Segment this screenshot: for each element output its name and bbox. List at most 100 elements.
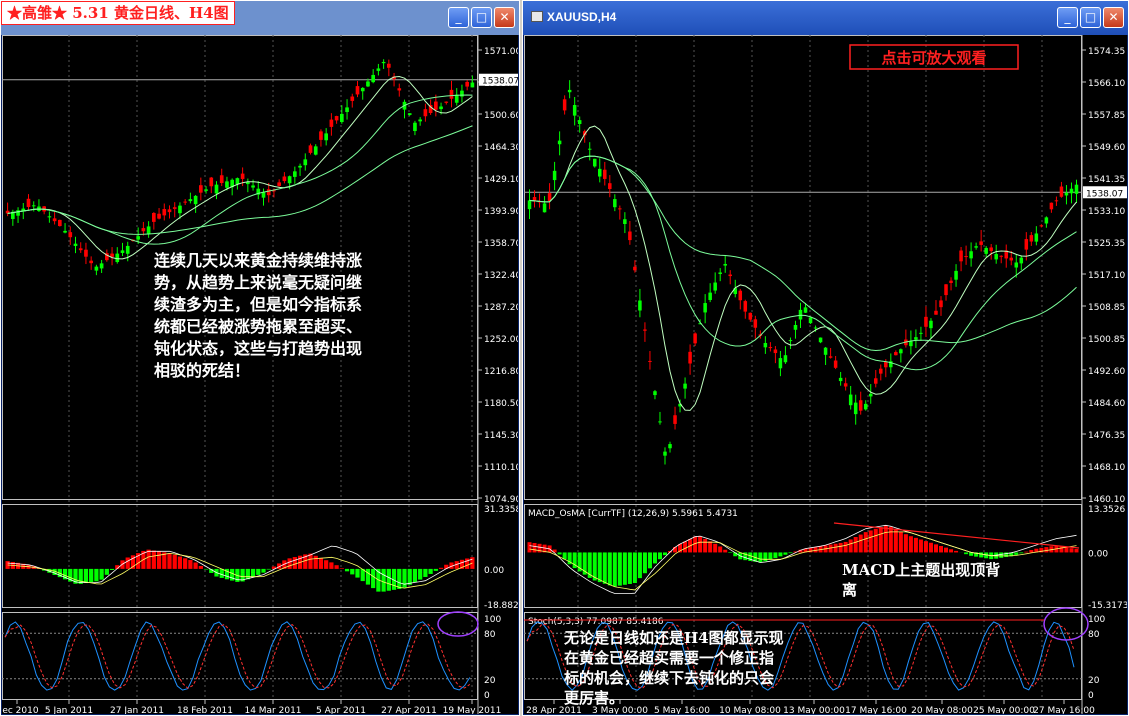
left-candle — [251, 185, 255, 188]
left-ytick-label: 1145.30 — [484, 431, 518, 441]
right-macd-bar — [979, 552, 984, 558]
left-macd-bar — [219, 568, 224, 578]
left-candle — [277, 182, 281, 186]
left-moving-average — [7, 94, 473, 245]
right-chart-svg[interactable]: 1574.35 1566.10 1557.85 1549.60 1541.35 1533.… — [524, 35, 1127, 714]
left-macd-bar — [386, 568, 391, 591]
left-candle — [214, 184, 219, 194]
left-panel-frame-1 — [2, 504, 478, 608]
right-candle — [833, 360, 838, 368]
right-stoch-tick: 100 — [1088, 615, 1105, 625]
left-chart-svg[interactable]: 1571.001535.701500.601464.301429.101393.… — [2, 35, 518, 714]
left-candle — [439, 106, 443, 110]
right-macd-bar — [833, 543, 838, 553]
right-macd-bar — [873, 528, 878, 553]
right-candle — [753, 319, 758, 328]
zoom-badge[interactable]: 点击可放大观看 — [849, 44, 1019, 70]
left-candle — [58, 219, 62, 227]
left-title-bar[interactable]: ★高雏★ 5.31 黄金日线、H4图 _ □ ✕ — [1, 1, 519, 35]
minimize-button[interactable]: _ — [448, 7, 469, 28]
left-candle — [423, 109, 428, 117]
right-macd-bar — [662, 552, 668, 556]
right-title-bar[interactable]: XAUUSD,H4 _ □ ✕ — [523, 1, 1128, 35]
left-ytick-label: 1180.50 — [484, 399, 518, 409]
left-macd-bar — [371, 568, 376, 589]
right-candle — [577, 120, 582, 125]
right-chart-canvas[interactable]: 1574.35 1566.10 1557.85 1549.60 1541.35 1533.… — [524, 35, 1127, 714]
right-stoch-annotation-line: 在黄金已经超买需要一个修正指 — [564, 649, 774, 667]
right-xtick-label: 3 May 00:00 — [592, 706, 648, 714]
close-button[interactable]: ✕ — [1103, 7, 1124, 28]
right-ytick-label: 1468.10 — [1088, 463, 1125, 473]
right-macd-bar — [1024, 551, 1029, 553]
left-chart-canvas[interactable]: 1571.001535.701500.601464.301429.101393.… — [2, 35, 518, 714]
left-candle — [366, 81, 370, 87]
left-candle — [152, 212, 156, 222]
left-xtick-label: Dec 2010 — [2, 706, 39, 714]
left-macd-bar — [365, 568, 371, 585]
right-candle — [527, 200, 532, 210]
left-macd-bar — [89, 568, 94, 583]
chart-window-icon — [531, 11, 543, 22]
right-macd-tick: -15.3173 — [1088, 601, 1127, 611]
left-candle — [73, 243, 78, 246]
left-macd-bar — [109, 568, 115, 570]
left-candle — [340, 113, 344, 123]
left-chart-window[interactable]: ★高雏★ 5.31 黄金日线、H4图 _ □ ✕ 1571.001535.701… — [0, 0, 520, 716]
right-candle — [1024, 239, 1029, 250]
left-ytick-label: 1322.40 — [484, 271, 518, 281]
left-macd-bar — [172, 554, 177, 569]
left-candle — [84, 249, 88, 257]
right-macd-bar — [627, 552, 632, 584]
left-candle — [303, 159, 308, 166]
left-window-title: ★高雏★ 5.31 黄金日线、H4图 — [1, 1, 235, 25]
left-candle — [63, 230, 67, 233]
right-ytick-label: 1517.10 — [1088, 271, 1125, 281]
right-xtick-label: 27 May 16:00 — [1033, 706, 1095, 714]
right-macd-bar — [527, 542, 532, 553]
right-macd-bar — [763, 552, 768, 562]
left-candle — [52, 218, 57, 222]
right-candle — [703, 303, 707, 313]
right-macd-tick: 13.3526 — [1088, 505, 1125, 515]
maximize-button[interactable]: □ — [1080, 7, 1101, 28]
right-macd-bar — [622, 552, 627, 585]
left-candle — [225, 181, 229, 188]
left-macd-bar — [433, 568, 438, 571]
left-macd-bar — [245, 568, 250, 580]
left-ytick-label: 1571.00 — [484, 47, 518, 57]
right-macd-label: MACD_OsMA [CurrTF] (12,26,9) 5.5961 5.47… — [528, 509, 738, 519]
right-candle — [884, 361, 888, 368]
right-chart-window[interactable]: XAUUSD,H4 _ □ ✕ 1574.35 1566.10 1557.85 154… — [522, 0, 1129, 716]
minimize-button[interactable]: _ — [1057, 7, 1078, 28]
left-macd-bar — [339, 568, 344, 569]
right-macd-bar — [728, 552, 733, 554]
right-ytick-label: 1508.85 — [1088, 303, 1125, 313]
left-ytick-label: 1358.70 — [484, 239, 518, 249]
right-macd-bar — [843, 541, 848, 553]
left-candle — [308, 145, 313, 153]
left-candle — [376, 68, 381, 71]
right-candle — [929, 320, 933, 329]
right-candle — [863, 403, 868, 410]
right-candle — [924, 316, 928, 327]
right-price-label: 1538.07 — [1086, 189, 1123, 199]
left-macd-bar — [183, 558, 188, 569]
right-macd-annotation-line: MACD上主题出现顶背 — [842, 561, 1000, 579]
left-macd-bar — [167, 553, 172, 569]
left-macd-bar — [344, 568, 350, 572]
right-ytick-label: 1533.10 — [1088, 207, 1125, 217]
right-ytick-label: 1557.85 — [1088, 111, 1125, 121]
maximize-button[interactable]: □ — [471, 7, 492, 28]
left-macd-bar — [266, 568, 271, 570]
right-macd-bar — [713, 543, 718, 553]
left-candle — [434, 101, 438, 110]
right-window-title: XAUUSD,H4 — [547, 10, 617, 24]
close-button[interactable]: ✕ — [494, 7, 515, 28]
left-xtick-label: 18 Feb 2011 — [177, 706, 233, 714]
right-macd-bar — [858, 534, 863, 553]
left-macd-bar — [104, 568, 109, 575]
left-macd-bar — [318, 557, 324, 569]
right-candle — [934, 310, 938, 315]
left-candle — [387, 63, 391, 68]
